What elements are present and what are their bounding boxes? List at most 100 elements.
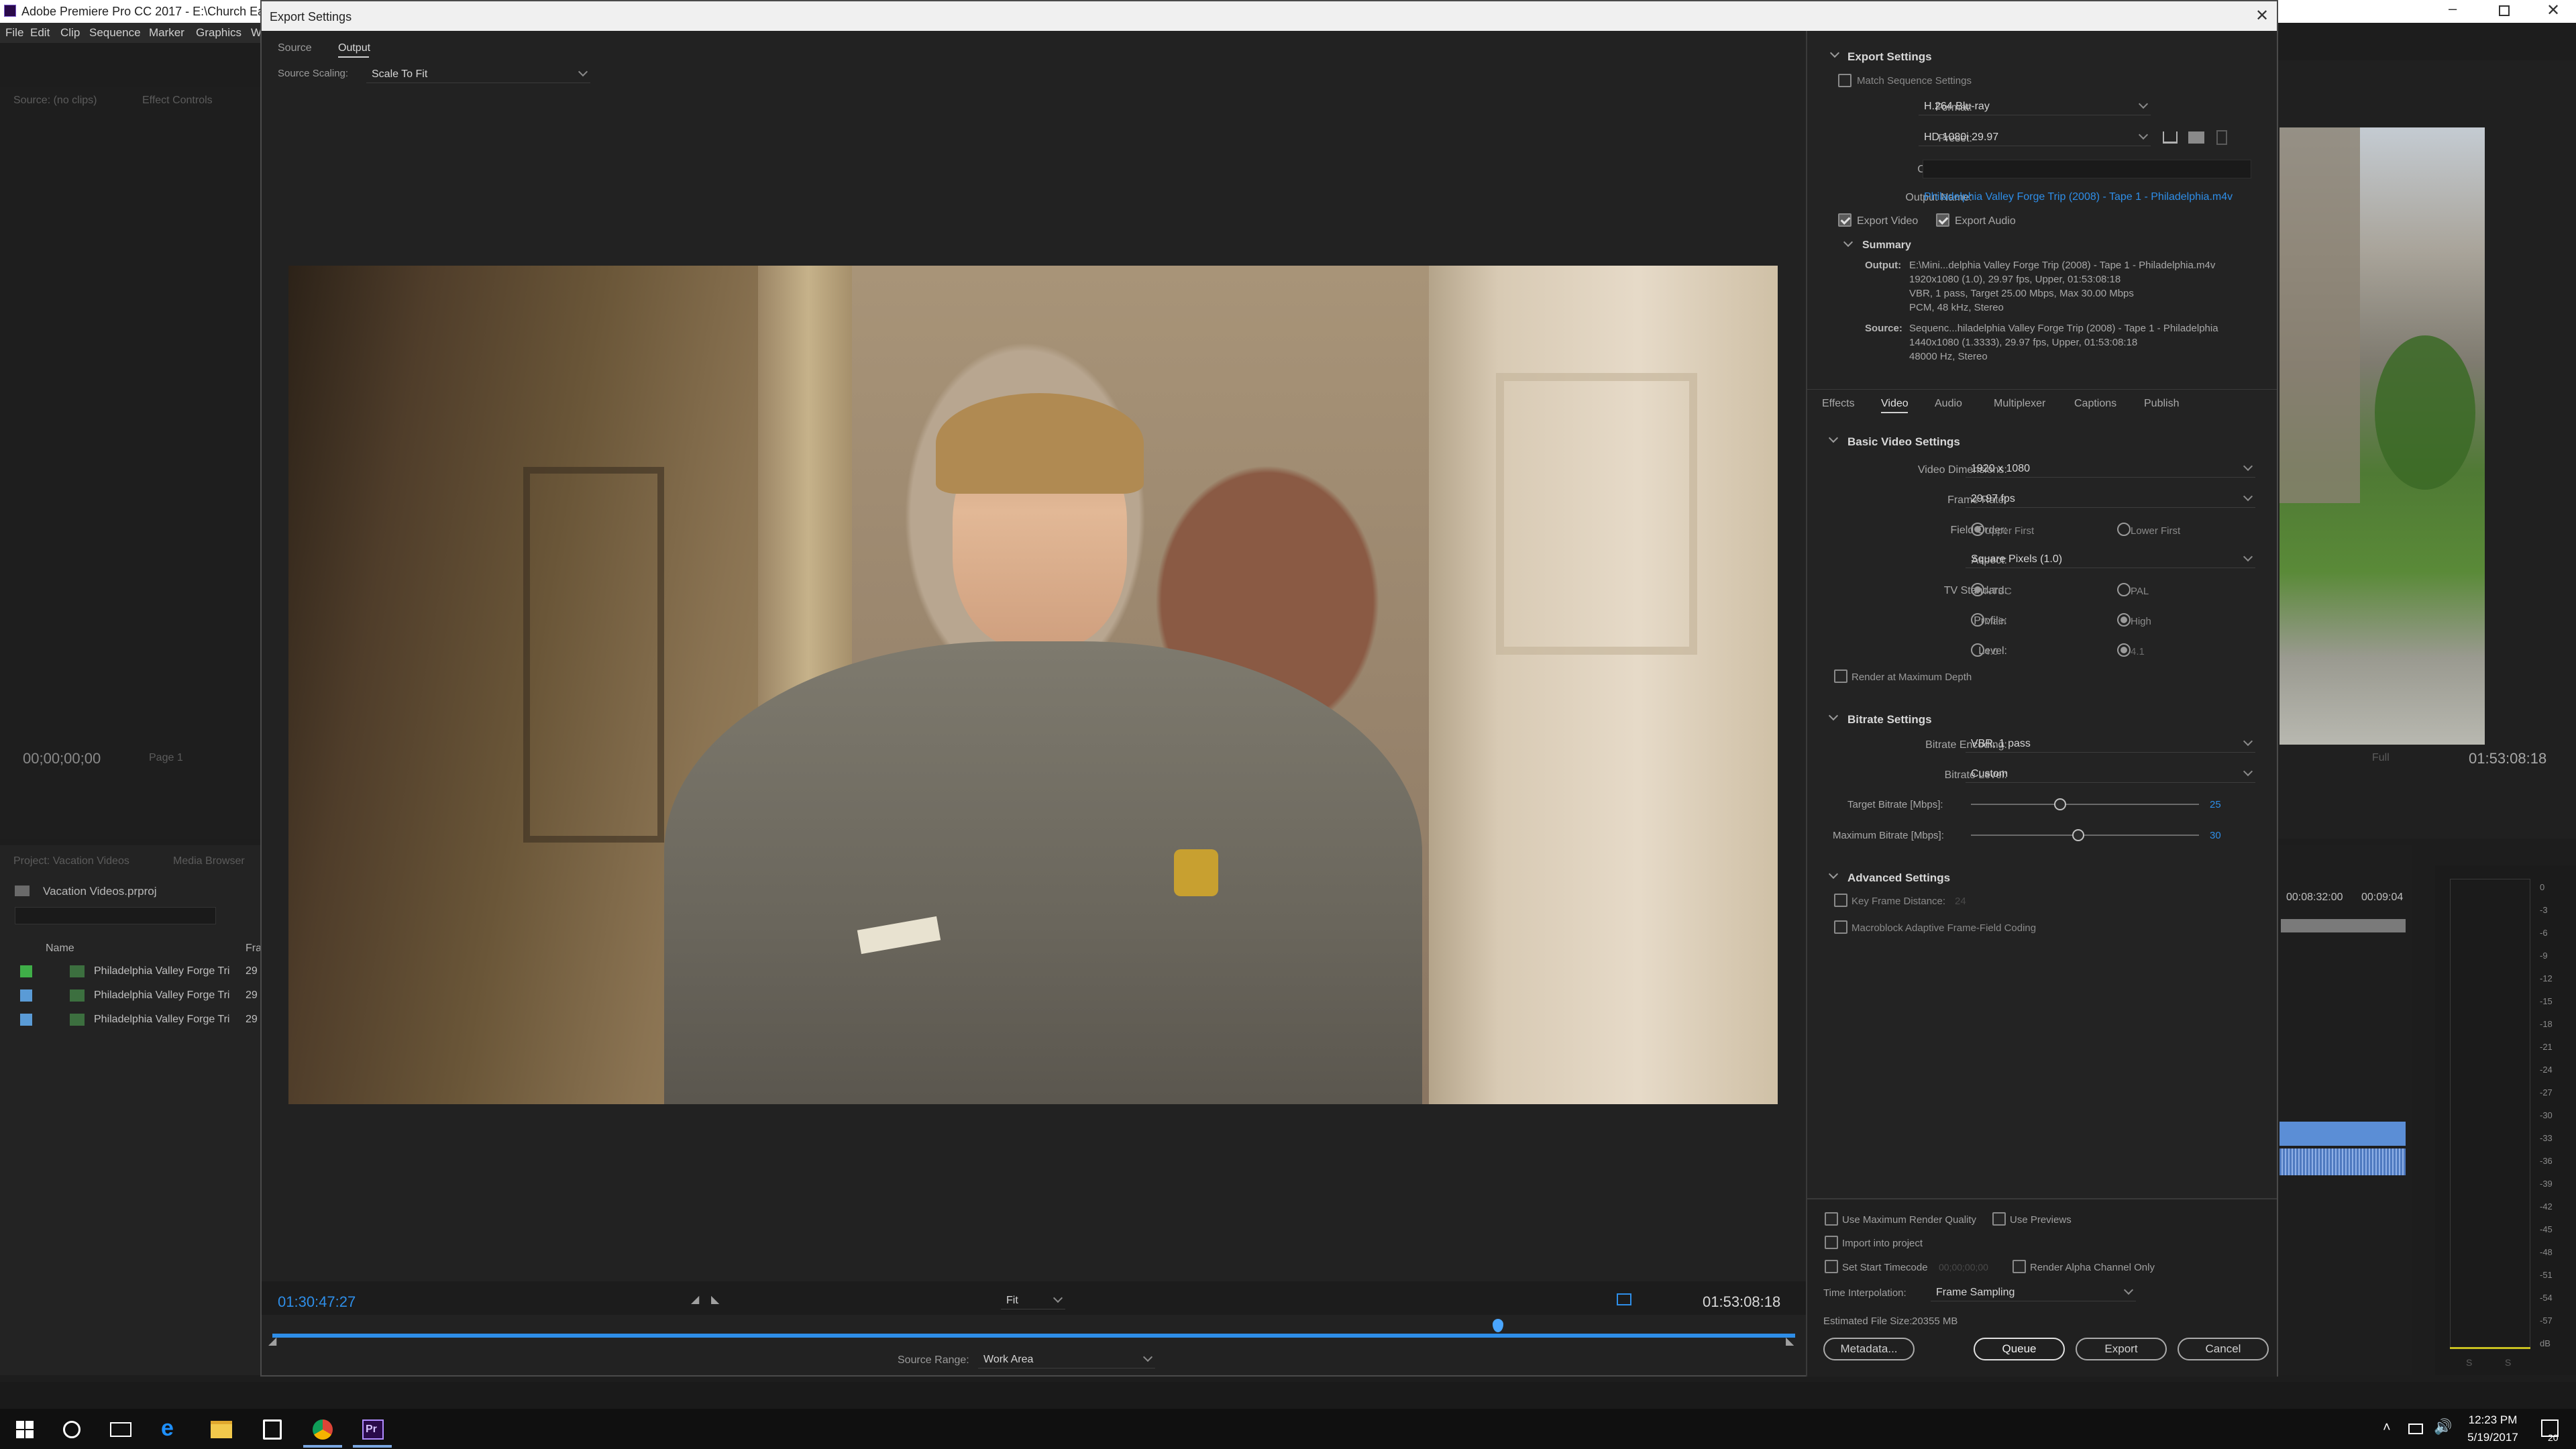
pal-radio[interactable]: [2117, 583, 2131, 596]
frame-column-header[interactable]: Fra: [246, 943, 262, 954]
set-start-timecode-checkbox[interactable]: [1825, 1260, 1838, 1273]
audio-waveform-track[interactable]: [2279, 1148, 2406, 1175]
ntsc-radio[interactable]: [1971, 583, 1984, 596]
key-frame-distance-value[interactable]: 24: [1955, 896, 1966, 906]
network-icon[interactable]: [2408, 1424, 2423, 1434]
chrome-icon[interactable]: [313, 1419, 333, 1440]
list-item[interactable]: Philadelphia Valley Forge Tri 29: [20, 988, 262, 1004]
upper-first-radio[interactable]: [1971, 523, 1984, 536]
format-dropdown[interactable]: H.264 Blu-ray: [1919, 97, 2151, 115]
menu-graphics[interactable]: Graphics: [196, 27, 241, 38]
menu-clip[interactable]: Clip: [60, 27, 80, 38]
out-point-marker-icon[interactable]: ◣: [1786, 1336, 1794, 1347]
level-4-1-radio[interactable]: [2117, 643, 2131, 657]
cancel-button[interactable]: Cancel: [2178, 1338, 2269, 1360]
max-bitrate-slider[interactable]: [1971, 829, 2199, 841]
volume-icon[interactable]: 🔊: [2434, 1419, 2452, 1434]
list-item[interactable]: Philadelphia Valley Forge Tri 29: [20, 1012, 262, 1028]
aspect-correct-icon[interactable]: [1617, 1293, 1631, 1305]
windows-start-icon[interactable]: [16, 1421, 34, 1438]
minimize-icon[interactable]: –: [2449, 1, 2457, 16]
video-dimensions-dropdown[interactable]: 1920 x 1080: [1966, 459, 2255, 478]
source-range-dropdown[interactable]: Work Area: [978, 1350, 1155, 1368]
high-profile-radio[interactable]: [2117, 613, 2131, 627]
max-render-quality-checkbox[interactable]: [1825, 1212, 1838, 1226]
cortana-search-icon[interactable]: [63, 1421, 80, 1438]
edge-browser-icon[interactable]: e: [161, 1417, 174, 1440]
tab-publish[interactable]: Publish: [2144, 398, 2179, 409]
max-bitrate-slider-thumb[interactable]: [2072, 829, 2084, 841]
frame-rate-dropdown[interactable]: 29.97 fps: [1966, 489, 2255, 508]
import-preset-icon[interactable]: [2188, 131, 2204, 144]
export-button[interactable]: Export: [2076, 1338, 2167, 1360]
tab-media-browser[interactable]: Media Browser: [173, 856, 245, 867]
preset-dropdown[interactable]: HD 1080i 29.97: [1919, 127, 2151, 146]
task-view-icon[interactable]: [110, 1422, 131, 1437]
max-bitrate-value[interactable]: 30: [2210, 830, 2221, 841]
app-close-icon[interactable]: ✕: [2546, 3, 2560, 19]
export-video-checkbox[interactable]: [1838, 213, 1851, 227]
comments-input[interactable]: [1923, 160, 2251, 178]
tray-chevron-icon[interactable]: ˄: [2383, 1421, 2391, 1434]
store-icon[interactable]: [263, 1419, 282, 1440]
export-audio-checkbox[interactable]: [1936, 213, 1949, 227]
save-preset-icon[interactable]: [2163, 131, 2178, 144]
lower-first-radio[interactable]: [2117, 523, 2131, 536]
set-in-point-icon[interactable]: ◢: [691, 1295, 699, 1305]
queue-button[interactable]: Queue: [1974, 1338, 2065, 1360]
file-explorer-icon[interactable]: [211, 1421, 232, 1438]
set-out-point-icon[interactable]: ◣: [711, 1295, 719, 1305]
tab-video[interactable]: Video: [1881, 398, 1909, 409]
project-search-input[interactable]: [15, 907, 216, 924]
current-timecode[interactable]: 01:30:47:27: [278, 1295, 356, 1309]
target-bitrate-slider-thumb[interactable]: [2053, 798, 2066, 810]
aspect-dropdown[interactable]: Square Pixels (1.0): [1966, 549, 2255, 568]
render-alpha-checkbox[interactable]: [2012, 1260, 2026, 1273]
tab-effects[interactable]: Effects: [1822, 398, 1855, 409]
menu-marker[interactable]: Marker: [149, 27, 184, 38]
tab-source[interactable]: Source: [278, 43, 312, 54]
start-timecode-field[interactable]: 00;00;00;00: [1939, 1263, 1988, 1272]
tab-effect-controls[interactable]: Effect Controls: [142, 95, 213, 106]
tab-project[interactable]: Project: Vacation Videos: [13, 856, 129, 867]
clock-date[interactable]: 5/19/2017: [2461, 1432, 2525, 1443]
menu-file[interactable]: File: [5, 27, 23, 38]
tab-multiplexer[interactable]: Multiplexer: [1994, 398, 2045, 409]
output-name-link[interactable]: Philadelphia Valley Forge Trip (2008) - …: [1924, 192, 2233, 203]
menu-edit[interactable]: Edit: [30, 27, 50, 38]
menu-sequence[interactable]: Sequence: [89, 27, 141, 38]
bitrate-level-dropdown[interactable]: Custom: [1966, 764, 2255, 783]
playhead-handle[interactable]: [1493, 1319, 1504, 1332]
match-sequence-checkbox[interactable]: [1838, 74, 1851, 87]
use-previews-checkbox[interactable]: [1992, 1212, 2006, 1226]
timeline-scrubber[interactable]: [272, 1319, 1795, 1338]
program-zoom-full[interactable]: Full: [2372, 753, 2390, 763]
bitrate-encoding-dropdown[interactable]: VBR, 1 pass: [1966, 734, 2255, 753]
import-into-project-checkbox[interactable]: [1825, 1236, 1838, 1249]
key-frame-distance-checkbox[interactable]: [1834, 894, 1847, 907]
level-4-0-radio[interactable]: [1971, 643, 1984, 657]
restore-icon[interactable]: [2499, 5, 2510, 16]
in-point-marker-icon[interactable]: ◢: [268, 1336, 276, 1347]
name-column-header[interactable]: Name: [46, 943, 74, 954]
metadata-button[interactable]: Metadata...: [1823, 1338, 1915, 1360]
zoom-fit-dropdown[interactable]: Fit: [1001, 1291, 1065, 1309]
time-interpolation-dropdown[interactable]: Frame Sampling: [1931, 1283, 2136, 1301]
timeline-work-area-bar[interactable]: [2281, 919, 2406, 932]
source-scaling-dropdown[interactable]: Scale To Fit: [366, 64, 590, 83]
macroblock-checkbox[interactable]: [1834, 920, 1847, 934]
meter-solo-right[interactable]: S: [2505, 1358, 2511, 1367]
render-max-depth-checkbox[interactable]: [1834, 669, 1847, 683]
main-profile-radio[interactable]: [1971, 613, 1984, 627]
tab-output[interactable]: Output: [338, 43, 370, 54]
list-item[interactable]: Philadelphia Valley Forge Tri 29: [20, 964, 262, 980]
target-bitrate-value[interactable]: 25: [2210, 800, 2221, 810]
page-selector[interactable]: Page 1: [149, 753, 183, 763]
audio-clip-track[interactable]: [2279, 1122, 2406, 1146]
tab-audio[interactable]: Audio: [1935, 398, 1962, 409]
target-bitrate-slider[interactable]: [1971, 798, 2199, 810]
dialog-close-icon[interactable]: ✕: [2255, 8, 2269, 24]
tab-captions[interactable]: Captions: [2074, 398, 2116, 409]
clock-time[interactable]: 12:23 PM: [2466, 1414, 2520, 1426]
meter-solo-left[interactable]: S: [2466, 1358, 2472, 1367]
